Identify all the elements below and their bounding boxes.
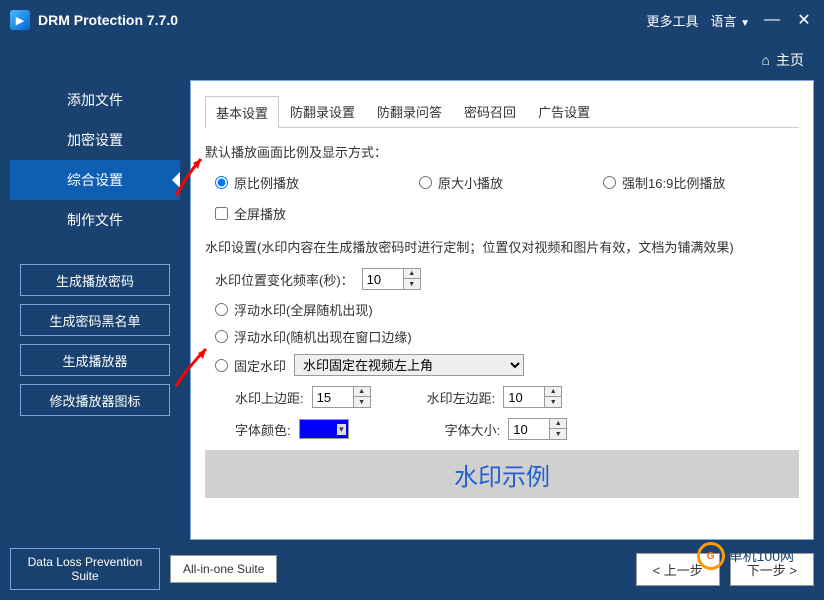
radio-original-size[interactable]: 原大小播放	[419, 173, 503, 192]
margin-left-input[interactable]	[504, 390, 544, 405]
spin-down-icon[interactable]: ▼	[354, 397, 370, 407]
app-icon: ▶	[10, 10, 30, 30]
content-panel: 基本设置 防翻录设置 防翻录问答 密码召回 广告设置 默认播放画面比例及显示方式…	[190, 80, 814, 540]
tab-basic[interactable]: 基本设置	[205, 96, 279, 128]
margin-left-spinner[interactable]: ▲▼	[503, 386, 562, 408]
radio-fixed-input[interactable]	[215, 359, 228, 372]
margin-top-spinner[interactable]: ▲▼	[312, 386, 371, 408]
margin-top-label: 水印上边距:	[235, 388, 304, 407]
spin-down-icon[interactable]: ▼	[550, 429, 566, 439]
radio-original-ratio[interactable]: 原比例播放	[215, 173, 299, 192]
spin-down-icon[interactable]: ▼	[545, 397, 561, 407]
radio-float-full-input[interactable]	[215, 303, 228, 316]
tab-antirecord[interactable]: 防翻录设置	[279, 95, 366, 127]
minimize-button[interactable]: —	[762, 11, 782, 29]
freq-spinner[interactable]: ▲▼	[362, 268, 421, 290]
more-tools-link[interactable]: 更多工具	[646, 11, 698, 30]
breadcrumb-home[interactable]: 主页	[776, 50, 804, 70]
font-size-spinner[interactable]: ▲▼	[508, 418, 567, 440]
radio-force-169[interactable]: 强制16:9比例播放	[603, 173, 725, 192]
spin-down-icon[interactable]: ▼	[404, 279, 420, 289]
radio-float-full[interactable]: 浮动水印(全屏随机出现)	[215, 300, 799, 319]
watermark-section-label: 水印设置(水印内容在生成播放密码时进行定制；位置仅对视频和图片有效，文档为铺满效…	[205, 237, 799, 256]
chevron-down-icon: ▼	[740, 18, 750, 29]
sidebar-btn-gen-player[interactable]: 生成播放器	[20, 344, 170, 376]
sidebar-item-make-file[interactable]: 制作文件	[10, 200, 180, 240]
tab-antirecord-qa[interactable]: 防翻录问答	[366, 95, 453, 127]
font-size-input[interactable]	[509, 422, 549, 437]
titlebar: ▶ DRM Protection 7.7.0 更多工具 语言 ▼ — ✕	[0, 0, 824, 40]
tab-ads[interactable]: 广告设置	[527, 95, 601, 127]
footer: Data Loss Prevention Suite All-in-one Su…	[10, 548, 814, 590]
radio-force-169-input[interactable]	[603, 176, 616, 189]
app-title: DRM Protection 7.7.0	[38, 12, 646, 28]
breadcrumb: ⌂ 主页	[0, 40, 824, 80]
close-button[interactable]: ✕	[794, 10, 814, 30]
spin-up-icon[interactable]: ▲	[550, 419, 566, 429]
prev-button[interactable]: < 上一步	[636, 553, 720, 586]
sidebar-item-add-file[interactable]: 添加文件	[10, 80, 180, 120]
margin-left-label: 水印左边距:	[427, 388, 496, 407]
fixed-position-select[interactable]: 水印固定在视频左上角	[294, 354, 524, 376]
checkbox-fullscreen[interactable]: 全屏播放	[215, 204, 799, 223]
checkbox-fullscreen-input[interactable]	[215, 207, 228, 220]
sidebar: 添加文件 加密设置 综合设置 制作文件 生成播放密码 生成密码黑名单 生成播放器…	[10, 80, 180, 540]
spin-up-icon[interactable]: ▲	[354, 387, 370, 397]
sidebar-btn-modify-icon[interactable]: 修改播放器图标	[20, 384, 170, 416]
margin-top-input[interactable]	[313, 390, 353, 405]
font-color-label: 字体颜色:	[235, 420, 291, 439]
freq-label: 水印位置变化频率(秒)：	[215, 270, 354, 289]
font-color-picker[interactable]	[299, 419, 349, 439]
font-size-label: 字体大小:	[445, 420, 501, 439]
freq-input[interactable]	[363, 272, 403, 287]
next-button[interactable]: 下一步 >	[730, 553, 814, 586]
spin-up-icon[interactable]: ▲	[404, 269, 420, 279]
tabs: 基本设置 防翻录设置 防翻录问答 密码召回 广告设置	[205, 95, 799, 128]
footer-suite2-button[interactable]: All-in-one Suite	[170, 555, 277, 583]
spin-up-icon[interactable]: ▲	[545, 387, 561, 397]
radio-float-edge[interactable]: 浮动水印(随机出现在窗口边缘)	[215, 327, 799, 346]
tab-password-recall[interactable]: 密码召回	[453, 95, 527, 127]
watermark-preview: 水印示例	[205, 450, 799, 498]
footer-suite1-button[interactable]: Data Loss Prevention Suite	[10, 548, 160, 590]
sidebar-btn-gen-password[interactable]: 生成播放密码	[20, 264, 170, 296]
radio-original-size-input[interactable]	[419, 176, 432, 189]
radio-original-ratio-input[interactable]	[215, 176, 228, 189]
sidebar-btn-gen-blacklist[interactable]: 生成密码黑名单	[20, 304, 170, 336]
sidebar-item-encrypt[interactable]: 加密设置	[10, 120, 180, 160]
display-mode-label: 默认播放画面比例及显示方式：	[205, 142, 799, 161]
sidebar-item-general[interactable]: 综合设置	[10, 160, 180, 200]
radio-float-edge-input[interactable]	[215, 330, 228, 343]
home-icon[interactable]: ⌂	[762, 52, 770, 68]
language-dropdown[interactable]: 语言 ▼	[710, 11, 750, 30]
radio-fixed[interactable]: 固定水印	[215, 356, 286, 375]
